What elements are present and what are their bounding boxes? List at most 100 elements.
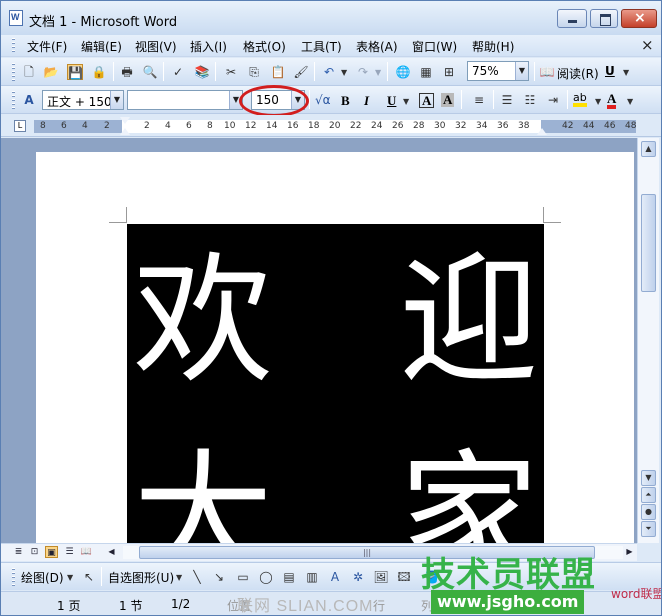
previous-page-icon[interactable]: ⏶ [641,487,656,503]
char-jia[interactable]: 家 [399,449,539,544]
font-name-combo[interactable]: ▼ [127,90,243,110]
undo-icon[interactable]: ↶ [321,64,337,80]
picture-icon[interactable]: 🖾 [396,569,412,585]
menu-table[interactable]: 表格(A) [356,38,398,55]
font-color-dropdown-icon[interactable]: ▼ [627,97,633,106]
clip-art-icon[interactable]: 🖼 [373,569,389,585]
underline-toolbar-button[interactable]: U [605,64,615,78]
font-color-button[interactable]: A [607,92,617,109]
menu-grip[interactable] [12,38,15,54]
first-line-indent-marker[interactable] [120,117,130,124]
wordart-icon[interactable]: A [327,569,343,585]
diagram-icon[interactable]: ✲ [350,569,366,585]
web-view-icon[interactable]: ⊡ [28,546,41,558]
menu-insert[interactable]: 插入(I) [190,38,227,55]
text-box-icon[interactable]: ▤ [281,569,297,585]
save-icon[interactable]: 💾 [67,64,83,80]
close-button[interactable]: × [621,9,657,28]
word-app-icon[interactable] [9,10,23,26]
browse-object-icon[interactable]: ● [641,504,656,520]
bullets-icon[interactable]: ☷ [522,92,538,108]
document-close-icon[interactable]: × [641,36,654,54]
autoshapes-button[interactable]: 自选图形(U) [108,569,174,586]
underline-dropdown-icon[interactable]: ▼ [403,97,409,106]
read-mode-button[interactable]: 阅读(R) [557,65,599,82]
chevron-down-icon[interactable]: ▼ [515,62,528,80]
document-page[interactable]: 欢 迎 大 家 [36,152,634,543]
undo-dropdown-icon[interactable]: ▼ [341,68,347,77]
toolbar-grip[interactable] [12,91,15,109]
copy-icon[interactable]: ⎘ [246,64,262,80]
tab-selector[interactable]: L [14,120,26,132]
center-align-icon[interactable]: ≡ [471,92,487,108]
line-icon[interactable]: ╲ [189,569,205,585]
scroll-down-icon[interactable]: ▼ [641,470,656,486]
redo-dropdown-icon[interactable]: ▼ [375,68,381,77]
text-black-background[interactable]: 欢 迎 大 家 [127,224,544,543]
char-da[interactable]: 大 [133,449,273,544]
equation-button[interactable]: √α [315,93,331,107]
menu-help[interactable]: 帮助(H) [472,38,514,55]
tables-borders-icon[interactable]: ▦ [418,64,434,80]
italic-button[interactable]: I [364,93,369,109]
toolbar-options-icon[interactable]: ▼ [623,68,629,77]
toolbar-grip[interactable] [12,63,15,81]
highlight-dropdown-icon[interactable]: ▼ [595,97,601,106]
draw-dropdown-icon[interactable]: ▼ [67,573,73,582]
vertical-scroll-thumb[interactable] [641,194,656,292]
vertical-text-box-icon[interactable]: ▥ [304,569,320,585]
format-painter-icon[interactable]: 🖌 [293,64,309,80]
outline-view-icon[interactable]: ☰ [63,546,76,558]
permission-icon[interactable]: 🔒 [91,64,107,80]
menu-view[interactable]: 视图(V) [135,38,177,55]
vertical-scrollbar[interactable]: ▲ ▼ ⏶ ● ⏷ [637,138,659,543]
underline-button[interactable]: U [387,93,396,109]
zoom-combo[interactable]: 75% ▼ [467,61,529,81]
highlight-button[interactable]: ab [573,92,587,107]
draw-menu-button[interactable]: 绘图(D) [21,569,64,586]
arrow-icon[interactable]: ↘ [211,569,227,585]
cut-icon[interactable]: ✂ [223,64,239,80]
character-border-button[interactable]: A [419,93,435,108]
char-ying[interactable]: 迎 [399,252,539,392]
scroll-up-icon[interactable]: ▲ [641,141,656,157]
read-book-icon[interactable]: 📖 [539,64,555,80]
print-preview-icon[interactable]: 🔍 [142,64,158,80]
next-page-icon[interactable]: ⏷ [641,521,656,537]
rectangle-icon[interactable]: ▭ [235,569,251,585]
hanging-indent-marker[interactable] [120,128,130,135]
research-icon[interactable]: 📚 [194,64,210,80]
menu-tools[interactable]: 工具(T) [301,38,342,55]
reading-view-icon[interactable]: 📖 [80,546,93,558]
numbering-icon[interactable]: ☰ [499,92,515,108]
hyperlink-icon[interactable]: 🌐 [395,64,411,80]
style-combo[interactable]: 正文 + 150 ▼ [42,90,124,110]
spelling-icon[interactable]: ✓ [170,64,186,80]
oval-icon[interactable]: ◯ [258,569,274,585]
increase-indent-icon[interactable]: ⇥ [545,92,561,108]
maximize-button[interactable] [590,9,618,28]
minimize-button[interactable] [557,9,587,28]
redo-icon[interactable]: ↷ [355,64,371,80]
styles-formatting-icon[interactable]: A [21,92,37,108]
right-indent-marker[interactable] [537,128,547,135]
new-document-icon[interactable]: 🗋 [21,64,37,80]
char-huan[interactable]: 欢 [133,252,273,392]
menu-edit[interactable]: 编辑(E) [81,38,122,55]
print-icon[interactable]: 🖶 [119,64,135,80]
document-area[interactable]: 欢 迎 大 家 [1,138,641,543]
menu-window[interactable]: 窗口(W) [412,38,457,55]
scroll-right-icon[interactable]: ▶ [623,546,636,558]
normal-view-icon[interactable]: ≣ [12,546,25,558]
scroll-left-icon[interactable]: ◀ [105,546,118,558]
toolbar-grip[interactable] [12,568,15,586]
insert-table-icon[interactable]: ⊞ [441,64,457,80]
character-shading-button[interactable]: A [441,93,455,107]
autoshapes-dropdown-icon[interactable]: ▼ [176,573,182,582]
menu-file[interactable]: 文件(F) [27,38,67,55]
menu-format[interactable]: 格式(O) [243,38,286,55]
select-objects-icon[interactable]: ↖ [81,569,97,585]
paste-icon[interactable]: 📋 [270,64,286,80]
chevron-down-icon[interactable]: ▼ [110,91,123,109]
bold-button[interactable]: B [341,93,350,109]
